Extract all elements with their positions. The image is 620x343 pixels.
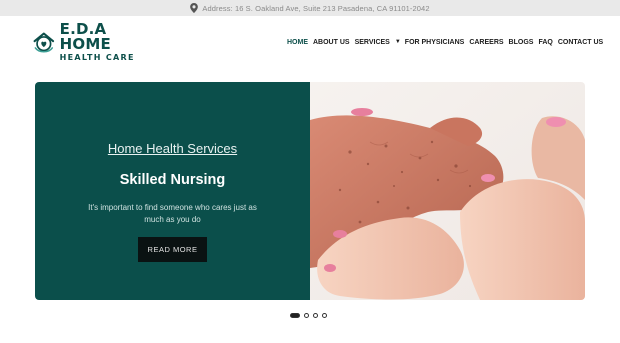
nav-about-us[interactable]: ABOUT US	[313, 39, 350, 46]
site-header: E.D.A HOME HEALTH CARE HOME ABOUT US SER…	[0, 16, 620, 66]
main-navigation: HOME ABOUT US SERVICES ▼ FOR PHYSICIANS …	[287, 36, 608, 48]
hero-text-panel: Home Health Services Skilled Nursing It'…	[35, 82, 310, 300]
location-pin-icon	[190, 3, 199, 13]
logo-text-secondary: HEALTH CARE	[59, 53, 135, 62]
top-info-bar: Address: 16 S. Oakland Ave, Suite 213 Pa…	[0, 0, 620, 16]
carousel-dot-4[interactable]	[322, 312, 327, 318]
chevron-down-icon[interactable]: ▼	[395, 39, 401, 45]
hero-service-link[interactable]: Home Health Services	[35, 141, 310, 156]
carousel-dot-2[interactable]	[304, 312, 309, 318]
home-heart-logo-icon	[33, 32, 55, 53]
nav-services[interactable]: SERVICES	[355, 39, 390, 46]
site-logo[interactable]: E.D.A HOME HEALTH CARE	[32, 20, 147, 62]
carousel-dot-1[interactable]	[290, 312, 300, 318]
hero-description: It's important to find someone who cares…	[88, 203, 257, 224]
carousel-indicators	[290, 312, 331, 318]
nav-careers[interactable]: CAREERS	[469, 39, 503, 46]
read-more-button[interactable]: READ MORE	[138, 237, 207, 262]
nav-for-physicians[interactable]: FOR PHYSICIANS	[405, 39, 465, 46]
nav-blogs[interactable]: BLOGS	[509, 39, 534, 46]
carousel-dot-3[interactable]	[313, 312, 318, 318]
hero-title: Skilled Nursing	[119, 172, 226, 188]
nav-faq[interactable]: FAQ	[538, 39, 552, 46]
nav-home[interactable]: HOME	[287, 39, 308, 46]
hero-slider: Home Health Services Skilled Nursing It'…	[35, 82, 585, 300]
logo-text-primary: E.D.A HOME	[59, 20, 111, 53]
holding-hands-photo	[310, 82, 585, 300]
nav-contact-us[interactable]: CONTACT US	[558, 39, 603, 46]
address-text: Address: 16 S. Oakland Ave, Suite 213 Pa…	[202, 3, 430, 13]
